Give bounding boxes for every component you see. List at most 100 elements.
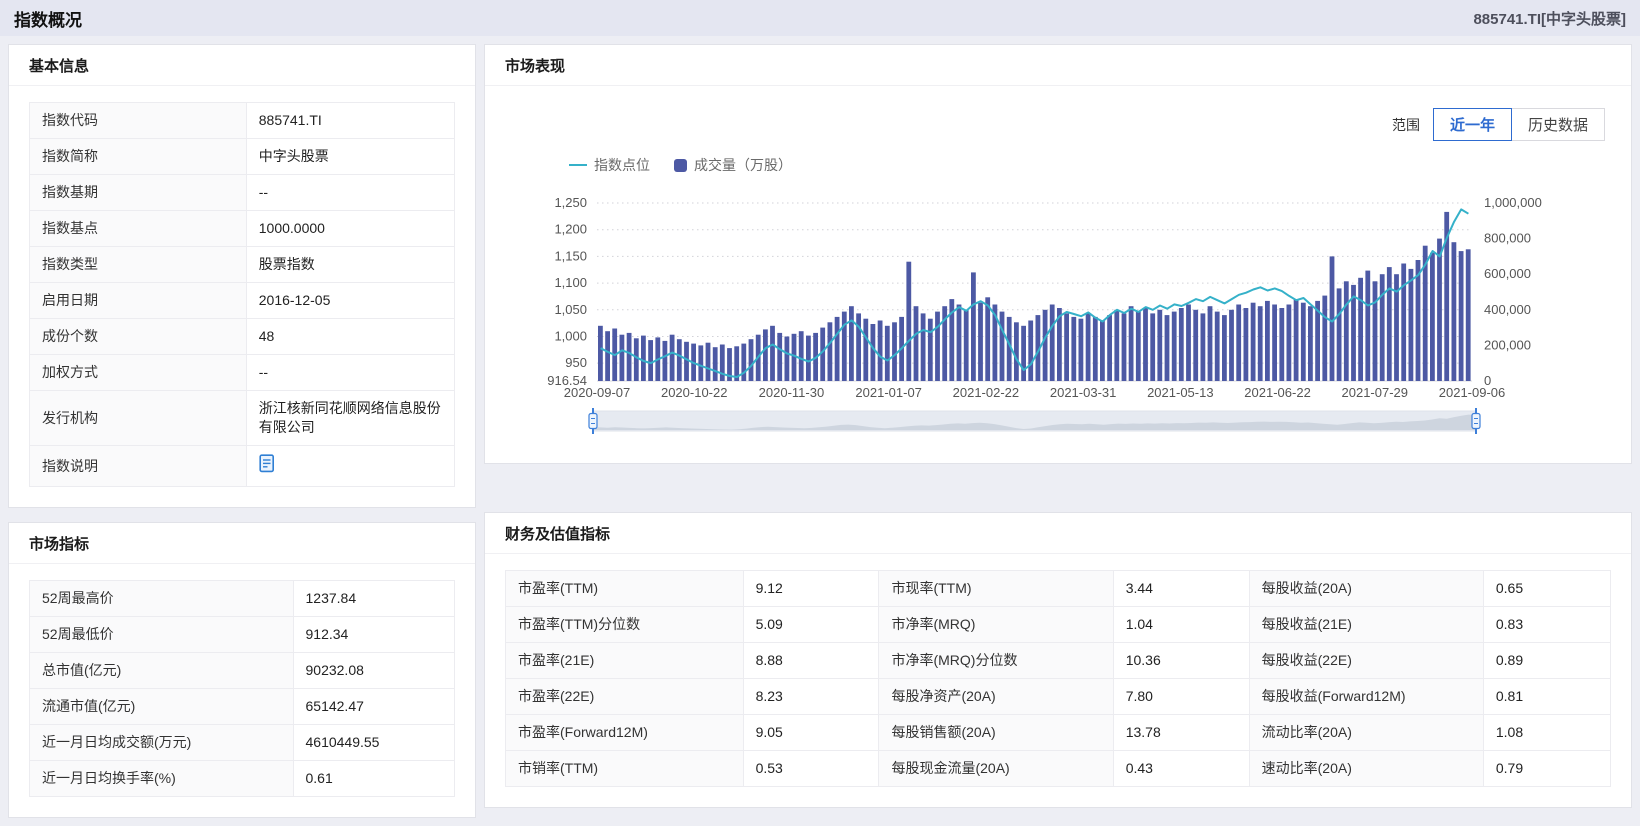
table-row: 指数说明 — [30, 446, 455, 487]
row-label: 加权方式 — [30, 355, 247, 391]
row-value: 0.83 — [1483, 607, 1610, 643]
range-row: 范围 近一年历史数据 — [511, 108, 1605, 141]
row-label: 市盈率(22E) — [506, 679, 744, 715]
legend-item[interactable]: 指数点位 — [569, 155, 650, 175]
main-content: 基本信息 指数代码885741.TI指数简称中字头股票指数基期--指数基点100… — [0, 36, 1640, 826]
row-value: 3.44 — [1113, 571, 1249, 607]
table-row: 指数基点1000.0000 — [30, 211, 455, 247]
row-label: 市盈率(TTM)分位数 — [506, 607, 744, 643]
row-value: 0.43 — [1113, 751, 1249, 787]
row-value: 0.53 — [743, 751, 879, 787]
row-label: 总市值(亿元) — [30, 653, 294, 689]
row-label: 市销率(TTM) — [506, 751, 744, 787]
table-row: 指数类型股票指数 — [30, 247, 455, 283]
table-row: 流通市值(亿元)65142.47 — [30, 689, 455, 725]
index-code-label: 885741.TI[中字头股票] — [1473, 8, 1626, 29]
table-row: 指数简称中字头股票 — [30, 139, 455, 175]
chart-plot-area[interactable] — [597, 203, 1472, 381]
financial-indicators-title: 财务及估值指标 — [485, 513, 1631, 554]
row-label: 每股销售额(20A) — [879, 715, 1113, 751]
row-label: 指数简称 — [30, 139, 247, 175]
row-label: 市盈率(21E) — [506, 643, 744, 679]
table-row: 近一月日均换手率(%)0.61 — [30, 761, 455, 797]
row-label: 市净率(MRQ)分位数 — [879, 643, 1113, 679]
row-label: 52周最高价 — [30, 581, 294, 617]
x-axis-label: 2020-09-07 — [564, 385, 631, 400]
market-indicators-title: 市场指标 — [9, 523, 475, 564]
row-value: 48 — [246, 319, 454, 355]
row-value: 885741.TI — [246, 103, 454, 139]
row-value: 8.88 — [743, 643, 879, 679]
basic-info-table: 指数代码885741.TI指数简称中字头股票指数基期--指数基点1000.000… — [29, 102, 455, 487]
row-value: 1.08 — [1483, 715, 1610, 751]
row-value: 0.65 — [1483, 571, 1610, 607]
row-value: 912.34 — [293, 617, 455, 653]
row-label: 近一月日均换手率(%) — [30, 761, 294, 797]
table-row: 市盈率(TTM)分位数5.09市净率(MRQ)1.04每股收益(21E)0.83 — [506, 607, 1611, 643]
legend-item[interactable]: 成交量（万股） — [674, 155, 792, 175]
table-row: 指数代码885741.TI — [30, 103, 455, 139]
row-label: 近一月日均成交额(万元) — [30, 725, 294, 761]
left-axis-tick: 1,000 — [554, 328, 587, 343]
document-icon[interactable] — [259, 454, 276, 473]
row-value: 0.81 — [1483, 679, 1610, 715]
range-option-active[interactable]: 近一年 — [1433, 108, 1512, 141]
right-axis-tick: 600,000 — [1484, 266, 1531, 281]
left-axis-tick: 1,150 — [554, 248, 587, 263]
row-label: 市盈率(Forward12M) — [506, 715, 744, 751]
bar-swatch-icon — [674, 159, 687, 172]
row-value: 0.61 — [293, 761, 455, 797]
table-row: 市盈率(TTM)9.12市现率(TTM)3.44每股收益(20A)0.65 — [506, 571, 1611, 607]
row-value: 股票指数 — [246, 247, 454, 283]
x-axis-label: 2021-05-13 — [1147, 385, 1214, 400]
table-row: 市盈率(22E)8.23每股净资产(20A)7.80每股收益(Forward12… — [506, 679, 1611, 715]
legend-label: 成交量（万股） — [694, 155, 792, 175]
left-column: 基本信息 指数代码885741.TI指数简称中字头股票指数基期--指数基点100… — [8, 44, 476, 818]
row-label: 市现率(TTM) — [879, 571, 1113, 607]
row-label: 每股现金流量(20A) — [879, 751, 1113, 787]
table-row: 加权方式-- — [30, 355, 455, 391]
x-axis-label: 2021-09-06 — [1439, 385, 1506, 400]
row-label: 发行机构 — [30, 391, 247, 446]
row-label: 流动比率(20A) — [1249, 715, 1483, 751]
table-row: 指数基期-- — [30, 175, 455, 211]
row-value: 7.80 — [1113, 679, 1249, 715]
row-label: 指数基期 — [30, 175, 247, 211]
row-value: 1000.0000 — [246, 211, 454, 247]
right-axis-tick: 800,000 — [1484, 231, 1531, 246]
range-option-inactive[interactable]: 历史数据 — [1511, 108, 1605, 141]
basic-info-panel: 基本信息 指数代码885741.TI指数简称中字头股票指数基期--指数基点100… — [8, 44, 476, 508]
table-row: 市销率(TTM)0.53每股现金流量(20A)0.43速动比率(20A)0.79 — [506, 751, 1611, 787]
performance-chart-svg[interactable]: 1,2501,2001,1501,1001,0501,000950916.541… — [497, 191, 1619, 441]
table-row: 52周最高价1237.84 — [30, 581, 455, 617]
x-axis-label: 2021-06-22 — [1244, 385, 1311, 400]
market-performance-panel: 市场表现 范围 近一年历史数据 指数点位成交量（万股） 1,2501,2001,… — [484, 44, 1632, 464]
row-value: 1.04 — [1113, 607, 1249, 643]
row-value: -- — [246, 355, 454, 391]
row-value: 8.23 — [743, 679, 879, 715]
x-axis-label: 2020-10-22 — [661, 385, 728, 400]
market-indicators-panel: 市场指标 52周最高价1237.8452周最低价912.34总市值(亿元)902… — [8, 522, 476, 818]
x-axis-label: 2021-01-07 — [855, 385, 922, 400]
table-row: 成份个数48 — [30, 319, 455, 355]
row-value: 1237.84 — [293, 581, 455, 617]
row-label: 指数类型 — [30, 247, 247, 283]
table-row: 发行机构浙江核新同花顺网络信息股份有限公司 — [30, 391, 455, 446]
row-label: 速动比率(20A) — [1249, 751, 1483, 787]
row-value: 65142.47 — [293, 689, 455, 725]
table-row: 近一月日均成交额(万元)4610449.55 — [30, 725, 455, 761]
row-label: 启用日期 — [30, 283, 247, 319]
range-button-group: 近一年历史数据 — [1434, 108, 1605, 141]
left-axis-tick: 1,050 — [554, 302, 587, 317]
chart-legend: 指数点位 成交量（万股） — [569, 155, 1619, 175]
top-header-bar: 指数概况 885741.TI[中字头股票] — [0, 0, 1640, 36]
financial-indicators-panel: 财务及估值指标 市盈率(TTM)9.12市现率(TTM)3.44每股收益(20A… — [484, 512, 1632, 808]
chart-body: 范围 近一年历史数据 指数点位成交量（万股） 1,2501,2001,1501,… — [485, 108, 1631, 451]
right-axis-tick: 400,000 — [1484, 302, 1531, 317]
row-label: 每股收益(20A) — [1249, 571, 1483, 607]
line-swatch-icon — [569, 164, 587, 166]
table-row: 市盈率(Forward12M)9.05每股销售额(20A)13.78流动比率(2… — [506, 715, 1611, 751]
row-value: 13.78 — [1113, 715, 1249, 751]
left-axis-tick: 1,200 — [554, 222, 587, 237]
market-performance-title: 市场表现 — [485, 45, 1631, 86]
